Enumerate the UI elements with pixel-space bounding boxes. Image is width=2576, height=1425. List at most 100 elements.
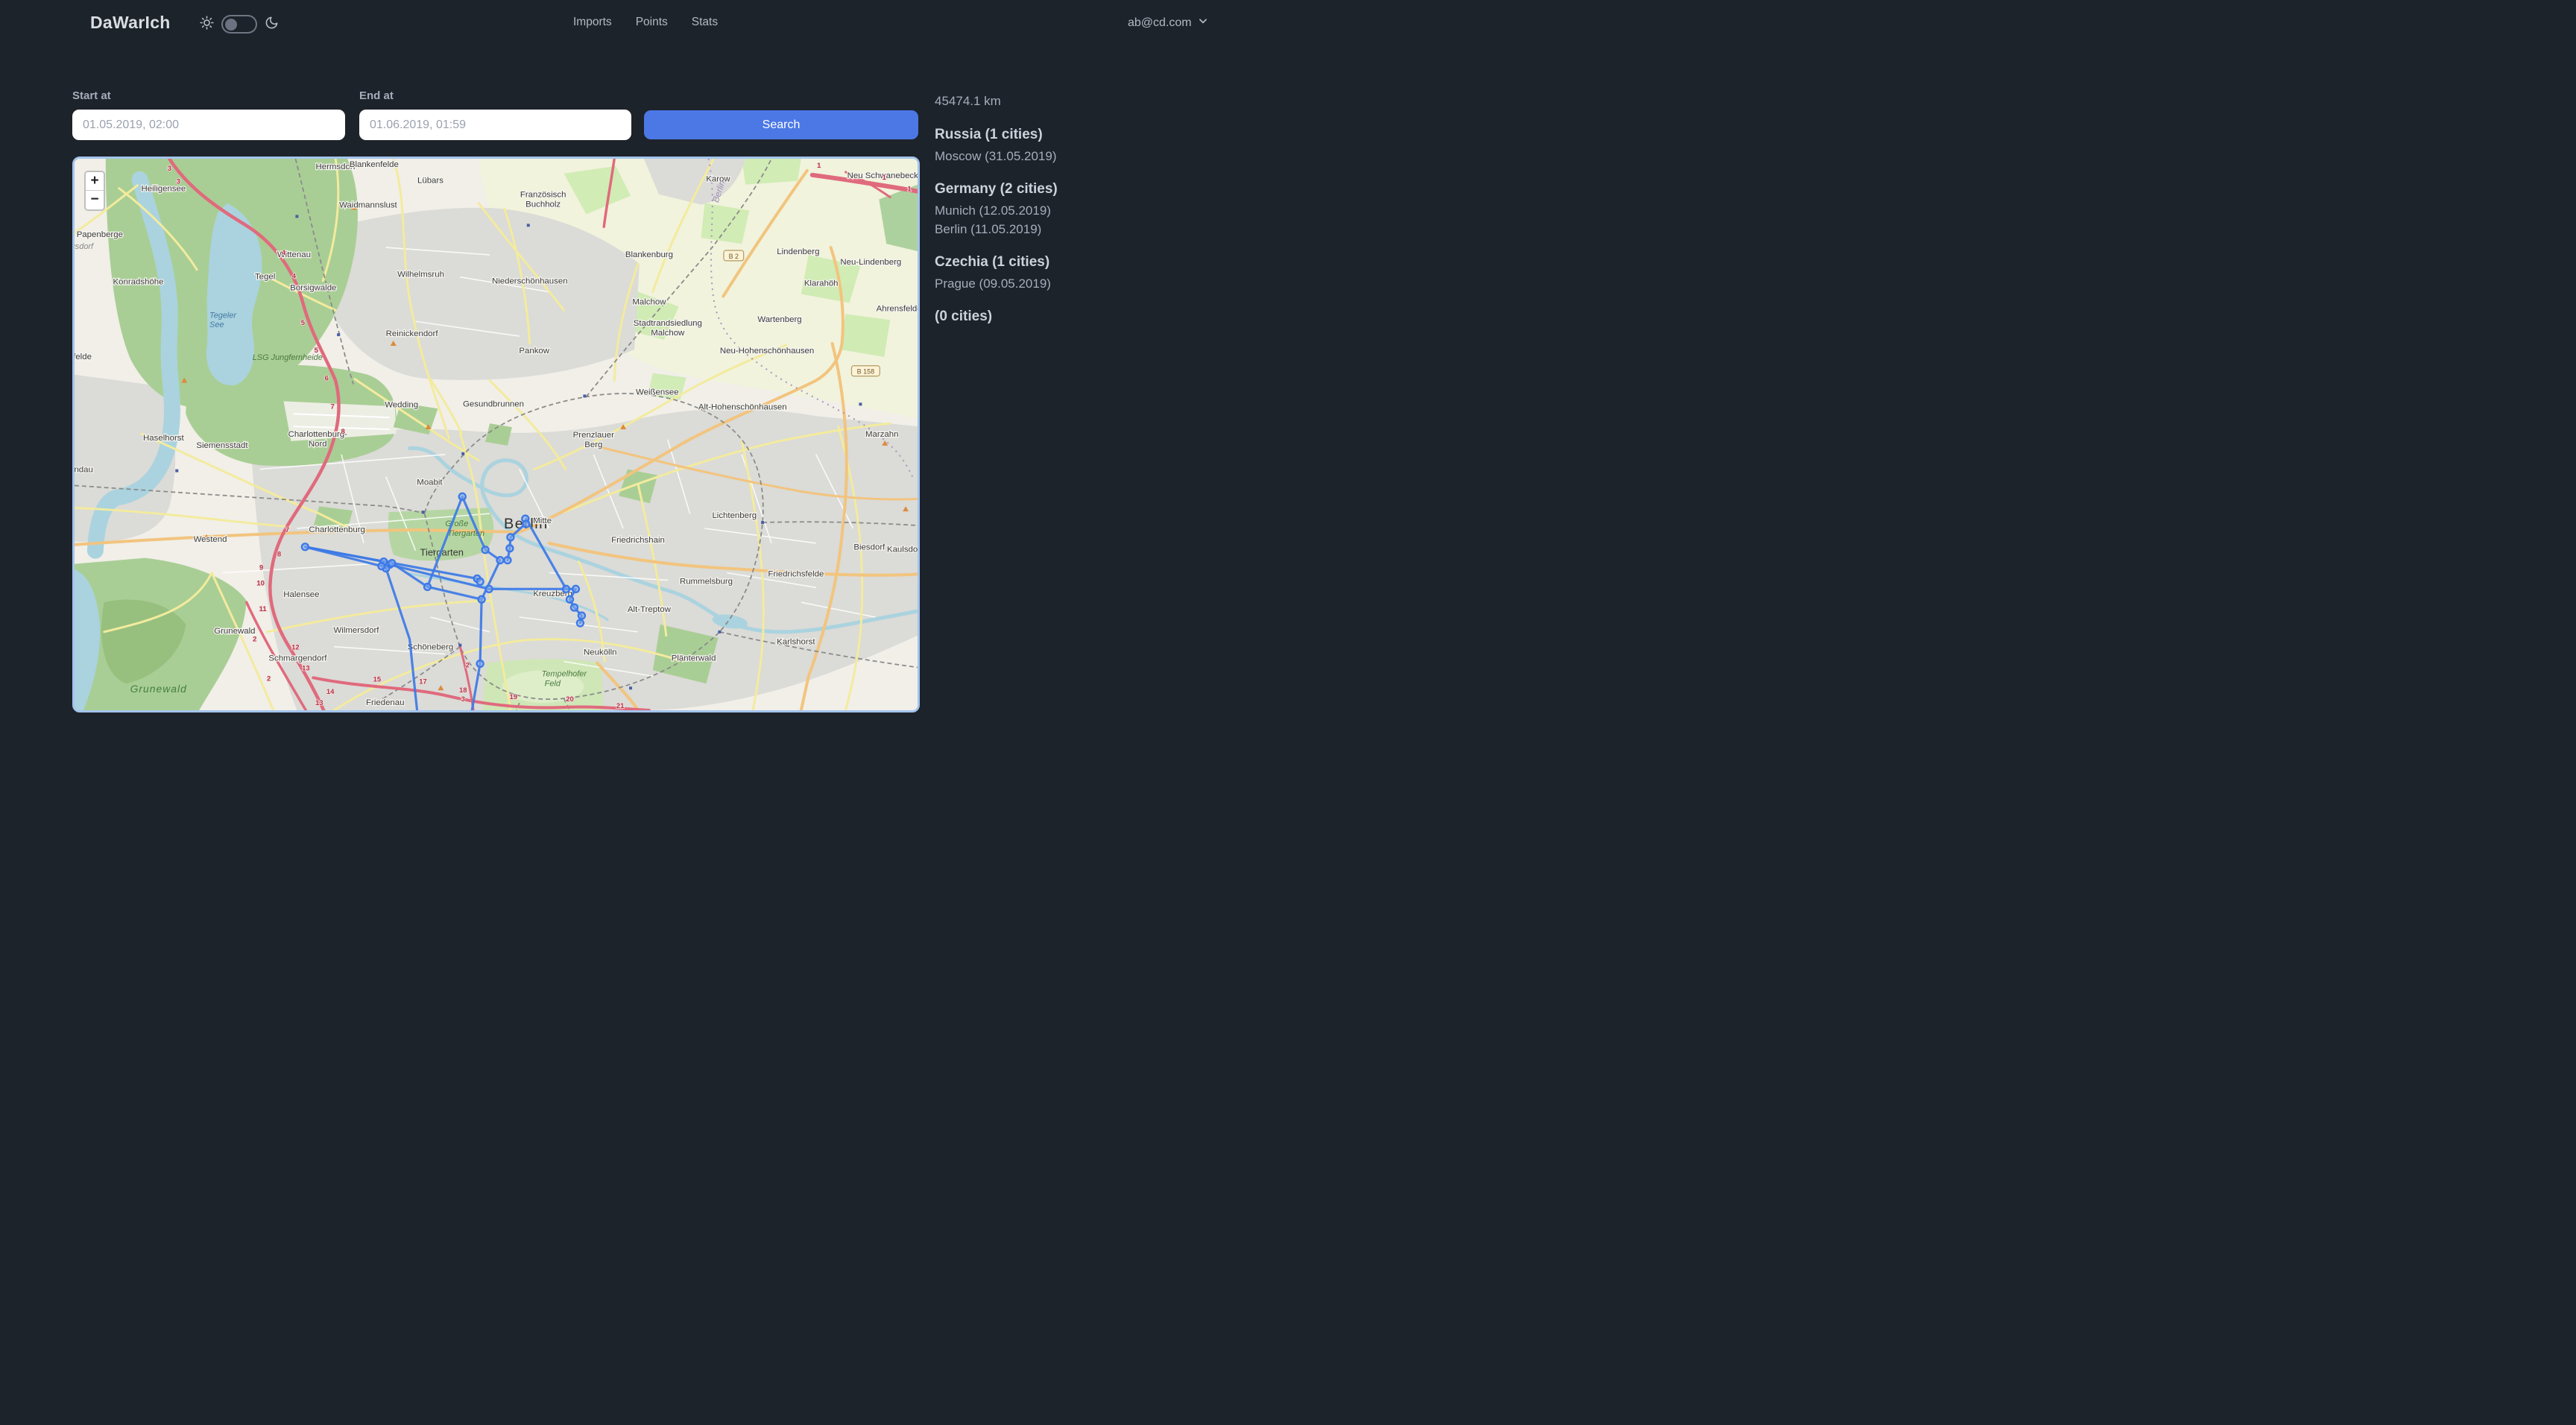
map-label: Friedrichshain [611, 536, 665, 545]
country-header: (0 cities) [935, 309, 1255, 325]
map-label: Rummelsburg [680, 577, 733, 586]
stats-panel: 45474.1 km Russia (1 cities) Moscow (31.0… [935, 94, 1255, 329]
map-label: Spandau [75, 466, 93, 475]
map-zoom-control: + − [84, 171, 105, 211]
svg-text:8: 8 [341, 427, 344, 435]
end-at-input[interactable] [359, 110, 631, 140]
total-distance: 45474.1 km [935, 94, 1255, 109]
country-header: Germany (2 cities) [935, 181, 1255, 198]
country-header: Czechia (1 cities) [935, 254, 1255, 271]
route-point-marker[interactable] [477, 660, 484, 667]
svg-text:2: 2 [253, 635, 256, 643]
map-label: Karlshorst [777, 638, 815, 647]
map-label: Heiligensee [142, 185, 186, 194]
map-label: Marzahn [865, 430, 898, 439]
map-label: Buchholz [525, 200, 561, 209]
route-point-marker[interactable] [378, 563, 385, 569]
svg-text:7: 7 [331, 402, 335, 410]
theme-switch-knob [225, 19, 237, 31]
map-label: Blankenburg [625, 250, 673, 259]
route-point-marker[interactable] [577, 619, 584, 626]
map-label: Prenzlauer [573, 431, 614, 440]
map-label: Pankow [519, 347, 549, 356]
route-point-marker[interactable] [424, 584, 431, 590]
map-label: Neukölln [584, 648, 616, 657]
nav-imports[interactable]: Imports [573, 16, 612, 29]
svg-text:5: 5 [301, 318, 305, 326]
svg-text:13: 13 [302, 663, 309, 672]
map-label: Biesdorf [853, 543, 886, 552]
map-label: Lübars [417, 177, 443, 186]
route-point-marker[interactable] [572, 586, 579, 593]
country-list: Russia (1 cities) Moscow (31.05.2019) Germ… [935, 127, 1255, 325]
route-point-marker[interactable] [504, 557, 511, 563]
map-label: See [209, 320, 224, 329]
route-point-marker[interactable] [566, 596, 573, 603]
route-point-marker[interactable] [507, 534, 514, 540]
map-label: Kaulsdorf [887, 546, 918, 554]
route-point-marker[interactable] [459, 493, 466, 500]
map-label: Reinickendorf [386, 329, 439, 338]
map-label: Lichtenberg [712, 511, 757, 520]
svg-text:14: 14 [326, 687, 335, 695]
map-label: Niederschönhausen [492, 277, 568, 286]
map-label: Halensee [283, 590, 319, 599]
svg-text:3: 3 [177, 177, 180, 186]
route-point-marker[interactable] [477, 578, 484, 585]
city-line: Moscow (31.05.2019) [935, 147, 1255, 165]
map-label: Gesundbrunnen [463, 399, 524, 408]
search-button[interactable]: Search [644, 110, 918, 139]
map-label: Neu-Lindenberg [840, 258, 901, 267]
country-header: Russia (1 cities) [935, 127, 1255, 143]
map-label: Tegel [255, 273, 275, 282]
map-label: Grunewald [130, 683, 188, 695]
user-menu[interactable]: ab@cd.com [1128, 16, 1208, 30]
svg-text:1: 1 [883, 173, 886, 181]
route-point-marker[interactable] [506, 545, 513, 552]
map-label: Siemensstadt [196, 441, 248, 450]
app-logo[interactable]: DaWarIch [90, 13, 171, 33]
start-at-input[interactable] [72, 110, 345, 140]
route-point-marker[interactable] [388, 560, 395, 566]
route-point-marker[interactable] [578, 613, 585, 619]
svg-text:13: 13 [315, 698, 323, 707]
map-label: Tempelhofer [542, 669, 587, 678]
svg-text:11: 11 [259, 604, 267, 613]
map-label: Malchow [651, 329, 685, 338]
svg-text:15: 15 [373, 674, 381, 683]
map-label: Wilmersdorf [334, 626, 380, 635]
map-label: LSG Jungfernheide [253, 353, 323, 362]
route-point-marker[interactable] [571, 604, 578, 611]
map-label: Papenberge [77, 230, 123, 239]
map-label: Konradshöhe [113, 278, 164, 287]
map-label: Friedenau [366, 698, 404, 707]
zoom-in-button[interactable]: + [86, 172, 104, 191]
sun-icon [200, 16, 214, 34]
map-label: Plänterwald [672, 654, 716, 663]
route-point-marker[interactable] [482, 546, 489, 553]
route-point-marker[interactable] [302, 543, 309, 550]
map-container[interactable]: HermsdorfBlankenfeldeHeiligenseeLübarsWa… [72, 157, 920, 712]
route-point-marker[interactable] [479, 596, 485, 603]
theme-switch[interactable] [221, 15, 257, 34]
map-label: Tegeler [209, 311, 236, 320]
map-canvas: HermsdorfBlankenfeldeHeiligenseeLübarsWa… [75, 159, 918, 710]
map-label: Waidmannslust [339, 200, 397, 209]
svg-text:B 2: B 2 [729, 253, 739, 260]
main-nav: Imports Points Stats [573, 16, 718, 29]
nav-points[interactable]: Points [636, 16, 668, 29]
nav-stats[interactable]: Stats [692, 16, 718, 29]
route-point-marker[interactable] [523, 521, 529, 528]
zoom-out-button[interactable]: − [86, 191, 104, 209]
svg-text:1: 1 [817, 161, 821, 169]
moon-icon [265, 16, 279, 34]
route-point-marker[interactable] [496, 557, 503, 563]
start-at-label: Start at [72, 89, 111, 102]
map-label: Nord [309, 440, 327, 449]
user-email: ab@cd.com [1128, 16, 1192, 30]
route-point-marker[interactable] [486, 586, 493, 593]
map-label: Wedding [385, 400, 418, 409]
map-label: Friedrichsfelde [768, 569, 824, 578]
route-point-marker[interactable] [563, 586, 569, 593]
city-line: Prague (09.05.2019) [935, 274, 1255, 293]
